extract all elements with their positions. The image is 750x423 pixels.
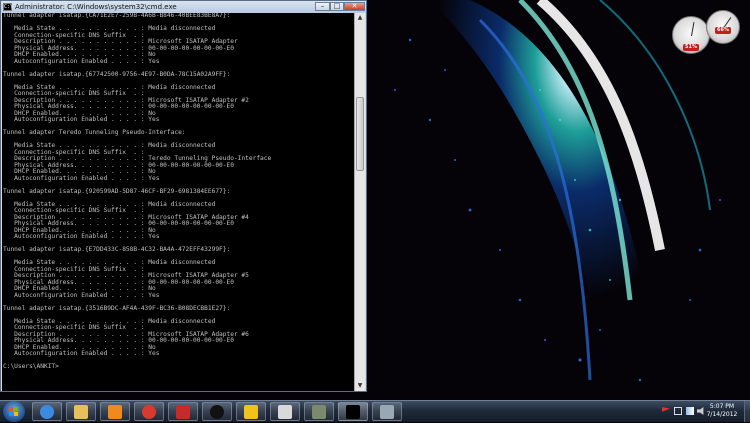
console-line: C:\Users\ANKIT> [3, 363, 59, 370]
start-button[interactable] [3, 401, 25, 422]
cpu-gauge-needle [691, 22, 695, 37]
m-app-icon [312, 405, 326, 419]
action-center-icon[interactable] [674, 407, 682, 415]
show-desktop-button[interactable] [744, 401, 750, 422]
chrome-icon [142, 405, 156, 419]
taskbar-button-m-app[interactable] [304, 402, 334, 421]
cmd-window[interactable]: C:\ Administrator: C:\Windows\system32\c… [0, 0, 367, 392]
media-player-icon [108, 405, 122, 419]
taskbar-clock[interactable]: 5:07 PM 7/14/2012 [702, 403, 742, 419]
arrow-app-icon [244, 405, 258, 419]
steam-icon [210, 405, 224, 419]
cmd-icon [346, 405, 360, 419]
notepad-icon [278, 405, 292, 419]
taskbar-button-network-app[interactable] [372, 402, 402, 421]
scroll-up-arrow-icon[interactable]: ▲ [355, 13, 365, 23]
filezilla-icon [176, 405, 190, 419]
taskbar: 5:07 PM 7/14/2012 [0, 400, 750, 422]
cmd-output: Tunnel adapter isatap.{CA71E2E7-259B-4A6… [3, 13, 271, 371]
clock-time: 5:07 PM [709, 403, 735, 410]
scroll-down-arrow-icon[interactable]: ▼ [355, 381, 365, 391]
windows-explorer-icon [74, 405, 88, 419]
clock-date: 7/14/2012 [706, 411, 738, 418]
cmd-console[interactable]: Tunnel adapter isatap.{CA71E2E7-259B-4A6… [2, 13, 354, 391]
memory-percent: 66% [715, 27, 731, 34]
scroll-thumb[interactable] [356, 97, 364, 171]
taskbar-button-notepad[interactable] [270, 402, 300, 421]
close-button[interactable]: ✕ [344, 2, 365, 11]
flag-icon[interactable] [662, 407, 670, 412]
network-app-icon [380, 405, 394, 419]
taskbar-button-media-player[interactable] [100, 402, 130, 421]
taskbar-button-steam[interactable] [202, 402, 232, 421]
taskbar-button-windows-explorer[interactable] [66, 402, 96, 421]
taskbar-button-arrow-app[interactable] [236, 402, 266, 421]
cmd-scrollbar[interactable]: ▲ ▼ [354, 13, 365, 391]
cpu-meter-gadget[interactable]: 51% 66% [670, 6, 750, 56]
maximize-button[interactable]: □ [330, 2, 344, 11]
cmd-window-icon[interactable]: C:\ [3, 3, 13, 11]
network-icon[interactable] [686, 407, 694, 415]
taskbar-button-cmd[interactable] [338, 402, 368, 421]
taskbar-button-chrome[interactable] [134, 402, 164, 421]
taskbar-button-filezilla[interactable] [168, 402, 198, 421]
cmd-window-title: Administrator: C:\Windows\system32\cmd.e… [15, 3, 177, 11]
internet-explorer-icon [40, 405, 54, 419]
windows-logo-icon [9, 407, 19, 417]
cpu-percent: 51% [683, 44, 699, 51]
taskbar-button-internet-explorer[interactable] [32, 402, 62, 421]
minimize-button[interactable]: – [315, 2, 330, 11]
cmd-titlebar[interactable]: C:\ Administrator: C:\Windows\system32\c… [1, 1, 366, 13]
